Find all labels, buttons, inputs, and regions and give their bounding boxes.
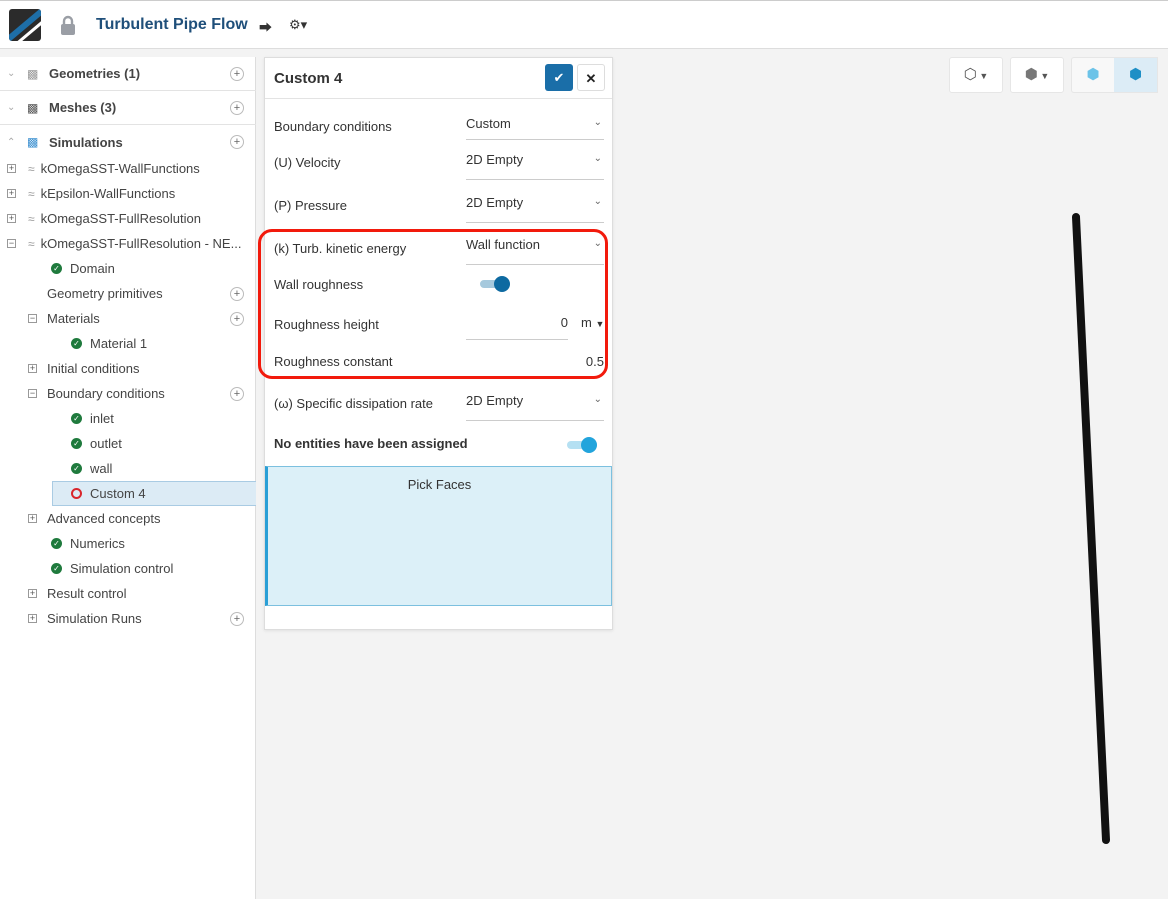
pipe-geometry-viewport[interactable] <box>0 0 1168 899</box>
pipe-geometry[interactable] <box>1072 213 1110 844</box>
